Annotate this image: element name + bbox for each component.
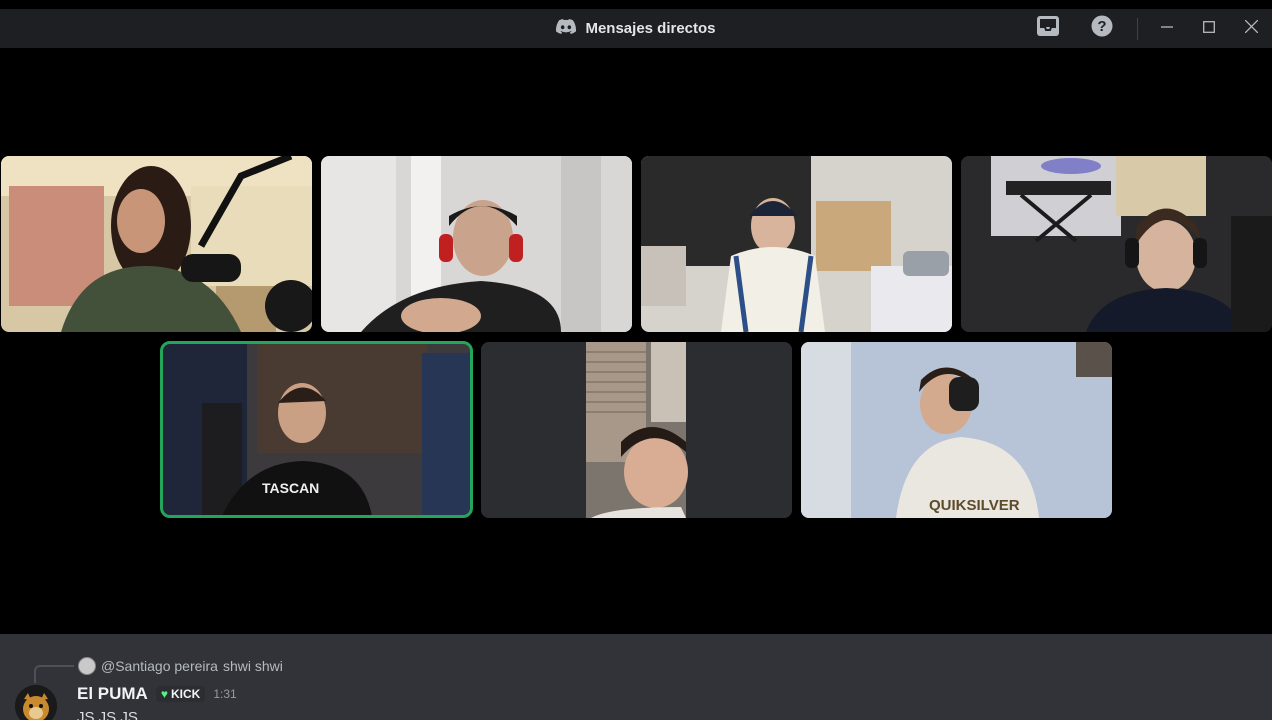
window-title: Mensajes directos	[585, 20, 716, 37]
chat-panel	[0, 634, 1272, 720]
heart-icon: ♥	[160, 687, 168, 701]
video-tile-5[interactable]: TASCAN	[160, 341, 473, 518]
message-timestamp: 1:31	[213, 687, 237, 701]
video-feed-2	[321, 156, 632, 332]
message-header: El PUMA ♥ KICK 1:31	[77, 684, 237, 704]
minimize-button[interactable]	[1146, 9, 1188, 48]
video-feed-7: QUIKSILVER	[801, 342, 1112, 518]
minimize-icon	[1161, 20, 1173, 38]
svg-text:QUIKSILVER: QUIKSILVER	[929, 497, 1020, 514]
message-body: JS JS JS	[77, 709, 138, 720]
reply-reference[interactable]: @Santiago pereira shwi shwi	[78, 657, 283, 675]
video-feed-6	[481, 342, 792, 518]
video-feed-5: TASCAN	[162, 343, 471, 516]
video-tile-1[interactable]	[1, 156, 312, 332]
video-tile-4[interactable]	[961, 156, 1272, 332]
title-center: Mensajes directos	[556, 18, 716, 39]
inbox-button[interactable]	[1021, 9, 1075, 48]
maximize-button[interactable]	[1188, 9, 1230, 48]
reply-text: shwi shwi	[222, 658, 283, 674]
svg-text:TASCAN: TASCAN	[262, 480, 319, 496]
inbox-icon	[1036, 15, 1060, 42]
reply-avatar	[78, 657, 96, 675]
title-divider	[1137, 17, 1138, 40]
title-actions: ?	[1021, 9, 1272, 48]
video-stage: TASCAN QUIKSILVER	[0, 48, 1272, 634]
message-author[interactable]: El PUMA	[77, 684, 148, 704]
video-feed-3	[641, 156, 952, 332]
close-icon	[1244, 19, 1258, 38]
server-tag-label: KICK	[170, 687, 201, 701]
title-bar: Mensajes directos ?	[0, 0, 1272, 48]
reply-connector	[34, 665, 74, 683]
video-feed-4	[961, 156, 1272, 332]
server-tag[interactable]: ♥ KICK	[155, 686, 206, 702]
video-tile-2[interactable]	[321, 156, 632, 332]
reply-mention[interactable]: @Santiago pereira	[101, 658, 218, 674]
close-button[interactable]	[1230, 9, 1272, 48]
video-feed-1	[1, 156, 312, 332]
help-button[interactable]: ?	[1075, 9, 1129, 48]
avatar[interactable]	[15, 685, 57, 720]
video-tile-3[interactable]	[641, 156, 952, 332]
video-tile-6[interactable]	[481, 342, 792, 518]
video-tile-7[interactable]: QUIKSILVER	[801, 342, 1112, 518]
svg-text:?: ?	[1097, 18, 1106, 35]
discord-logo-icon	[556, 18, 577, 39]
maximize-icon	[1203, 20, 1215, 38]
help-icon: ?	[1091, 15, 1113, 42]
